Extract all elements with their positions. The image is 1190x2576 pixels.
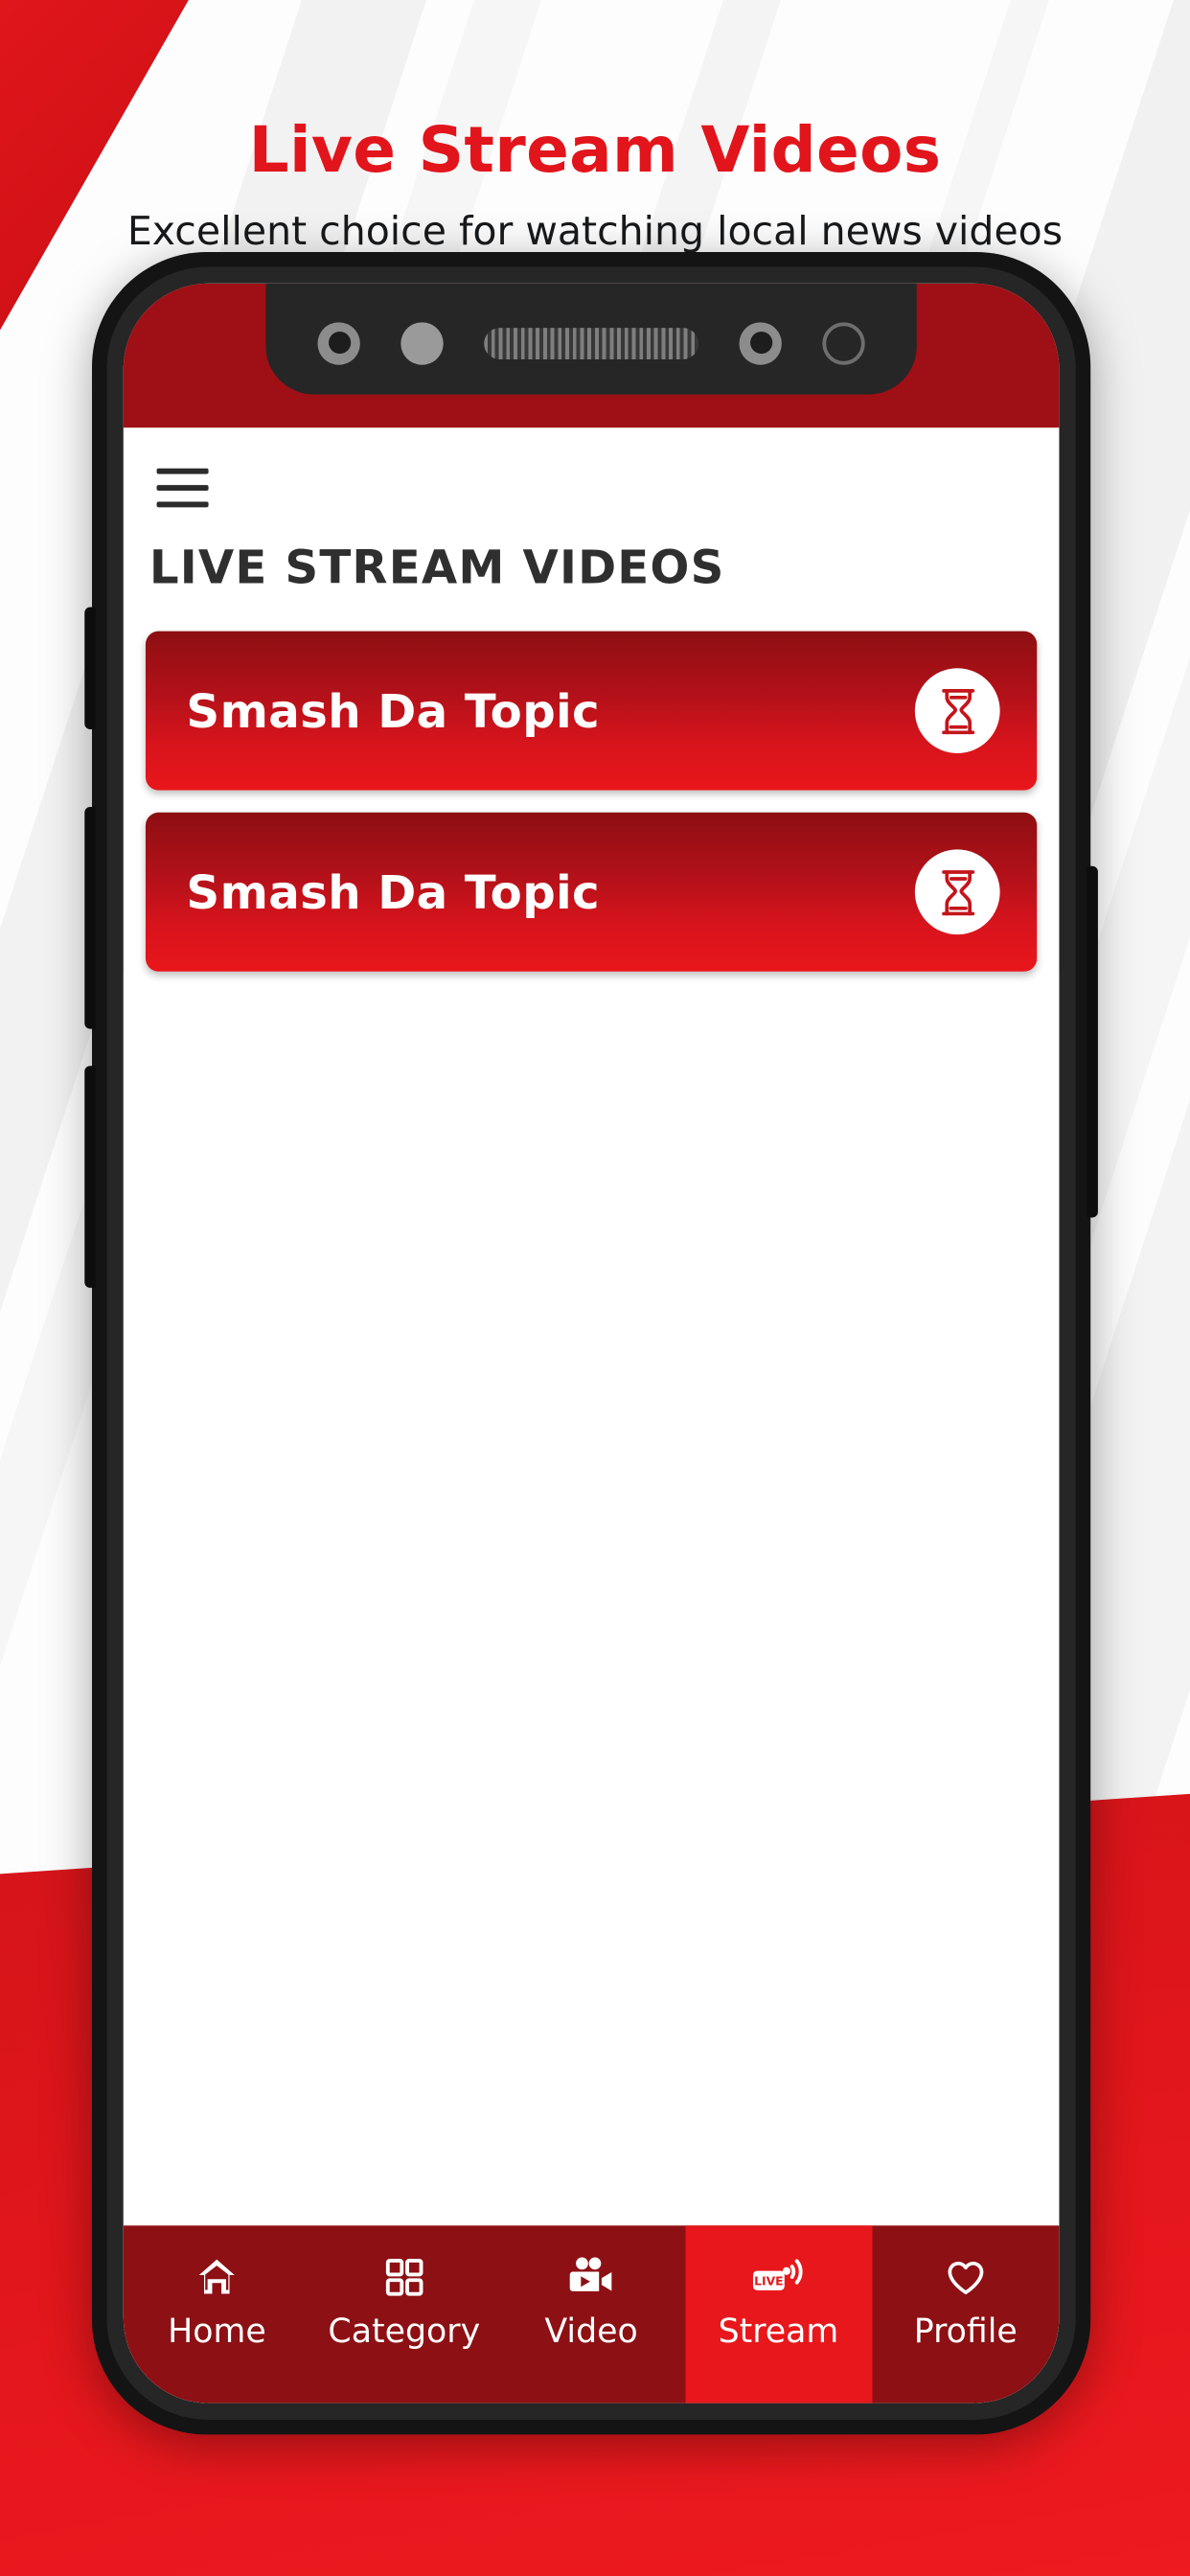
nav-label: Profile (913, 2312, 1018, 2351)
stream-card-title: Smash Da Topic (186, 683, 601, 738)
promo-title: Live Stream Videos (248, 113, 942, 187)
promo-subtitle: Excellent choice for watching local news… (126, 208, 1064, 254)
stream-card-list: Smash Da Topic Smash Da Topic (124, 631, 1060, 972)
page-title: LIVE STREAM VIDEOS (149, 540, 725, 595)
earpiece-speaker-icon (484, 327, 699, 358)
hourglass-icon[interactable] (914, 668, 1000, 754)
home-icon (194, 2252, 240, 2300)
hourglass-icon[interactable] (914, 849, 1000, 935)
content-empty-area (123, 971, 1060, 2226)
grid-icon (382, 2252, 426, 2300)
app-bar (124, 427, 1060, 508)
ir-sensor-icon (822, 321, 865, 364)
stream-card-title: Smash Da Topic (186, 864, 601, 919)
heart-icon (943, 2252, 989, 2300)
nav-label: Category (328, 2312, 481, 2351)
promo-header: Live Stream Videos Excellent choice for … (0, 0, 1190, 254)
hamburger-icon[interactable] (156, 468, 209, 508)
nav-label: Stream (718, 2312, 839, 2351)
mute-switch-button[interactable] (84, 607, 96, 729)
phone-frame: LIVE STREAM VIDEOS Smash Da Topic Smash … (84, 252, 1098, 2435)
phone-screen: LIVE STREAM VIDEOS Smash Da Topic Smash … (123, 283, 1060, 2404)
stream-card[interactable]: Smash Da Topic (145, 812, 1038, 972)
phone-mockup: LIVE STREAM VIDEOS Smash Da Topic Smash … (84, 252, 1098, 2435)
volume-down-button[interactable] (84, 1066, 96, 1288)
camera-sensor-icon (317, 321, 360, 364)
camera-sensor-icon (739, 321, 782, 364)
nav-item-stream[interactable]: LIVE Stream (684, 2225, 873, 2404)
nav-item-video[interactable]: Video (497, 2225, 684, 2403)
stream-card[interactable]: Smash Da Topic (145, 631, 1038, 791)
nav-item-category[interactable]: Category (310, 2225, 497, 2403)
nav-label: Home (168, 2312, 266, 2351)
app-content: LIVE STREAM VIDEOS Smash Da Topic Smash … (123, 427, 1060, 2404)
svg-text:LIVE: LIVE (755, 2275, 784, 2288)
proximity-sensor-icon (400, 321, 444, 364)
power-button[interactable] (1087, 865, 1098, 1218)
nav-label: Video (544, 2312, 638, 2351)
volume-up-button[interactable] (84, 807, 96, 1029)
camera-icon (567, 2252, 615, 2300)
bottom-navigation: Home Category Video LIVE Stream Profile (123, 2225, 1060, 2404)
nav-item-profile[interactable]: Profile (872, 2225, 1059, 2403)
phone-notch (265, 283, 917, 395)
live-icon: LIVE (750, 2252, 806, 2300)
nav-item-home[interactable]: Home (124, 2225, 310, 2403)
